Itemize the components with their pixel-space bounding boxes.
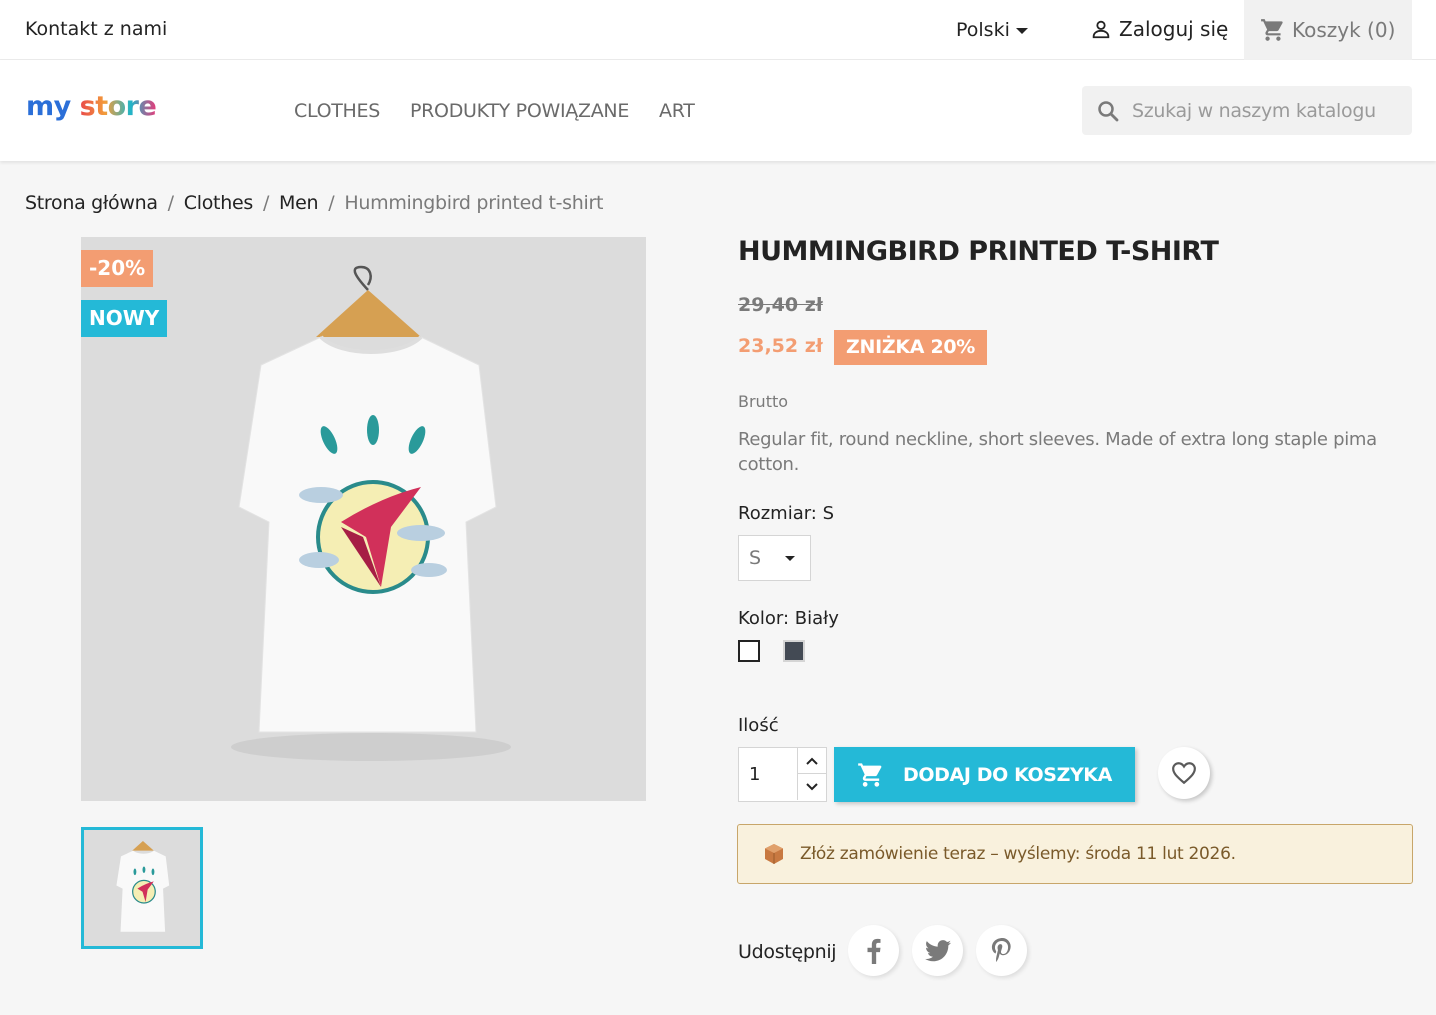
delivery-info: Złóż zamówienie teraz – wyślemy: środa 1… [737,824,1413,884]
regular-price: 29,40 zł [738,294,823,316]
cart-icon [1261,19,1283,41]
breadcrumb-home[interactable]: Strona główna [25,192,158,214]
menu-item-related-products[interactable]: PRODUKTY POWIĄZANE [410,100,629,122]
search-input[interactable] [1132,99,1402,122]
chevron-up-icon [806,757,818,765]
current-price: 23,52 zł [738,335,823,357]
search-icon[interactable] [1096,99,1120,123]
size-value: S [749,547,762,569]
product-thumbnail[interactable] [81,827,203,949]
search-box [1082,86,1412,135]
discount-flag: -20% [81,250,154,287]
store-logo[interactable]: my store [26,91,157,122]
size-select[interactable]: S [738,535,811,581]
menu-item-clothes[interactable]: CLOTHES [294,100,380,122]
delivery-text: Złóż zamówienie teraz – wyślemy: środa 1… [800,844,1236,864]
add-to-cart-button[interactable]: DODAJ DO KOSZYKA [834,747,1135,802]
login-label: Zaloguj się [1119,17,1229,41]
quantity-label: Ilość [738,715,779,736]
user-icon [1092,20,1110,39]
color-swatch-dark-gray[interactable] [783,640,805,662]
language-selector[interactable]: Polski [956,19,1028,41]
tshirt-thumbnail-image [116,840,170,932]
pinterest-share-button[interactable] [976,925,1027,976]
breadcrumb: Strona główna / Clothes / Men / Hummingbird pr… [25,192,604,214]
heart-icon [1172,762,1196,785]
quantity-input[interactable] [739,748,797,801]
top-nav-bar: Kontakt z nami Polski Zaloguj się Koszyk… [0,0,1436,60]
menu-item-art[interactable]: ART [659,100,695,122]
chevron-down-icon [806,783,818,791]
size-label: Rozmiar: S [738,503,835,524]
color-label: Kolor: Biały [738,608,839,629]
main-menu: CLOTHES PRODUKTY POWIĄZANE ART [294,100,695,122]
cart-icon [858,762,882,787]
quantity-increase-button[interactable] [797,748,826,774]
facebook-share-button[interactable] [848,925,899,976]
logo-text-my: my [26,91,71,122]
add-to-cart-label: DODAJ DO KOSZYKA [903,763,1112,786]
breadcrumb-current: Hummingbird printed t-shirt [344,192,604,214]
contact-link[interactable]: Kontakt z nami [25,18,167,40]
cart-label: Koszyk (0) [1292,18,1396,42]
tax-label: Brutto [738,392,789,411]
quantity-decrease-button[interactable] [797,774,826,800]
logo-text-store: store [79,91,157,122]
twitter-icon [924,939,951,961]
caret-down-icon [1015,27,1028,34]
cart-button[interactable]: Koszyk (0) [1244,0,1412,60]
caret-down-icon [785,555,796,561]
share-label: Udostępnij [738,941,837,963]
package-icon [765,844,783,864]
breadcrumb-men[interactable]: Men [279,192,319,214]
wishlist-button[interactable] [1158,747,1210,799]
language-label: Polski [956,19,1010,41]
main-header: my store CLOTHES PRODUKTY POWIĄZANE ART [0,60,1436,161]
twitter-share-button[interactable] [912,925,963,976]
facebook-icon [867,938,880,964]
color-swatch-white[interactable] [738,640,760,662]
product-description: Regular fit, round neckline, short sleev… [738,429,1377,475]
breadcrumb-clothes[interactable]: Clothes [184,192,253,214]
discount-badge: ZNIŻKA 20% [834,330,988,365]
new-flag: NOWY [81,300,168,337]
pinterest-icon [991,937,1011,962]
login-link[interactable]: Zaloguj się [1090,17,1228,41]
quantity-stepper [738,747,827,802]
product-title: HUMMINGBIRD PRINTED T-SHIRT [738,236,1219,267]
